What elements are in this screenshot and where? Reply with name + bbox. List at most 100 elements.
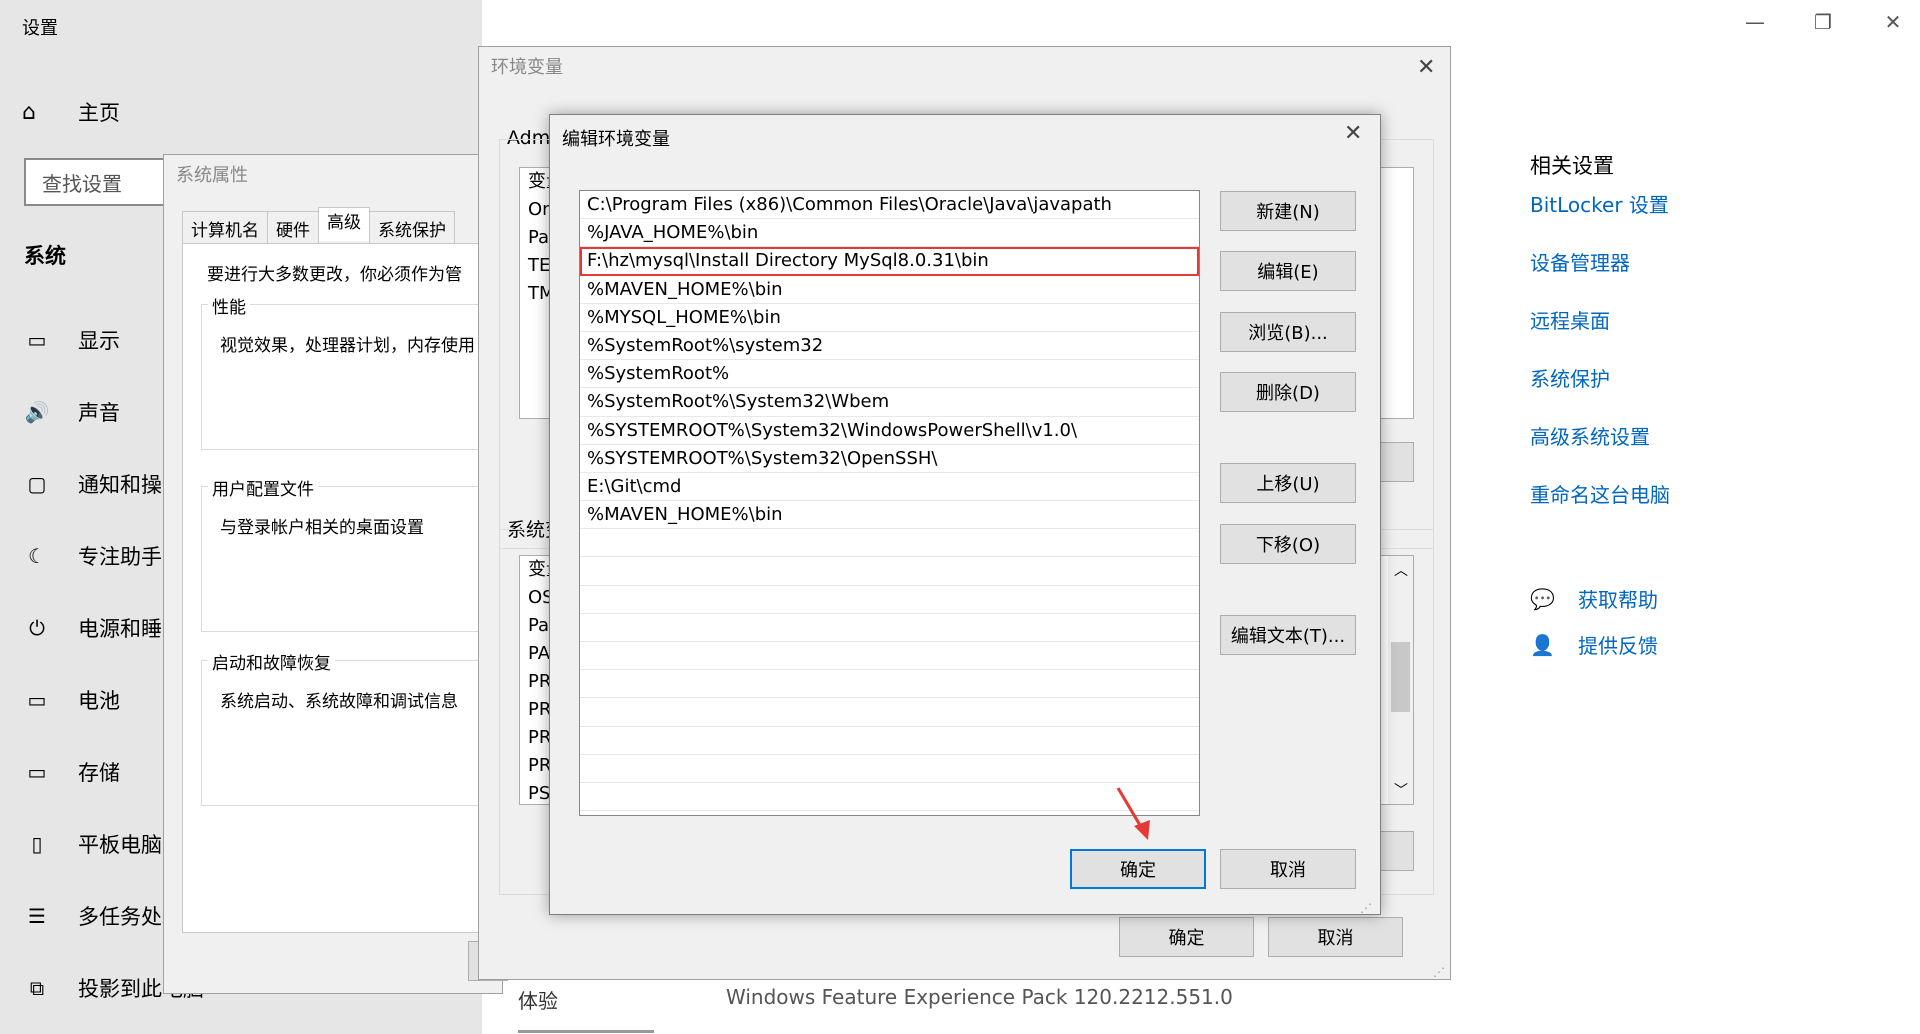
edit-close-icon[interactable]: ✕: [1344, 121, 1362, 146]
nav-item[interactable]: ▭ 存储: [22, 752, 120, 792]
sysprops-tab[interactable]: 系统保护: [369, 211, 455, 245]
get-help-link[interactable]: 💬 获取帮助: [1530, 584, 1658, 613]
system-vars-scrollbar[interactable]: ︿ ﹀: [1388, 556, 1413, 804]
path-row[interactable]: C:\Program Files (x86)\Common Files\Orac…: [580, 191, 1199, 220]
nav-item-label: 电池: [78, 689, 120, 713]
path-row[interactable]: [580, 529, 1199, 558]
scroll-thumb[interactable]: [1391, 642, 1410, 712]
delete-button[interactable]: 删除(D): [1220, 372, 1356, 412]
system-properties-dialog: 系统属性 计算机名 硬件 高级 系统保护 要进行大多数更改，你必须作为管 性能 视觉效果…: [163, 154, 521, 994]
path-row[interactable]: %SystemRoot%: [580, 360, 1199, 389]
get-help-label: 获取帮助: [1578, 588, 1658, 612]
edit-dialog-title: 编辑环境变量: [562, 129, 670, 150]
resize-grip-icon[interactable]: ⋰: [1433, 965, 1445, 979]
nav-item[interactable]: ☾ 专注助手: [22, 536, 162, 576]
sysprops-tab[interactable]: 高级: [318, 207, 370, 241]
related-link[interactable]: 系统保护: [1530, 364, 1670, 422]
path-row[interactable]: [580, 586, 1199, 614]
multitask-icon: ☰: [28, 904, 46, 928]
path-row[interactable]: %MAVEN_HOME%\bin: [580, 501, 1199, 530]
related-settings: 相关设置 BitLocker 设置 设备管理器 远程桌面 系统保护 高级系统设置 重命名这…: [1530, 150, 1670, 538]
scroll-up-icon[interactable]: ︿: [1394, 560, 1408, 580]
tablet-icon: ▯: [31, 832, 43, 856]
envvars-cancel-button[interactable]: 取消: [1268, 917, 1403, 957]
sysprops-tab[interactable]: 计算机名: [182, 211, 268, 245]
sysprops-title: 系统属性: [176, 165, 248, 186]
path-row[interactable]: %MYSQL_HOME%\bin: [580, 304, 1199, 332]
nav-item[interactable]: 🔊 声音: [22, 392, 120, 432]
power-icon: ⏻: [29, 616, 45, 640]
group-text: 系统启动、系统故障和调试信息: [220, 692, 458, 712]
nav-item-label: 声音: [78, 401, 120, 425]
edit-button[interactable]: 编辑(E): [1220, 251, 1356, 291]
nav-item[interactable]: ▯ 平板电脑: [22, 824, 162, 864]
home-icon: ⌂: [22, 99, 36, 125]
nav-item-label: 存储: [78, 761, 120, 785]
path-row[interactable]: [580, 614, 1199, 642]
group-label: 用户配置文件: [208, 475, 318, 500]
nav-item[interactable]: ▭ 显示: [22, 320, 120, 360]
path-row[interactable]: %SYSTEMROOT%\System32\OpenSSH\: [580, 445, 1199, 473]
nav-item[interactable]: ⏻ 电源和睡眠: [22, 608, 183, 648]
nav-item-label: 专注助手: [78, 545, 162, 569]
edit-env-var-dialog: 编辑环境变量 ✕ C:\Program Files (x86)\Common F…: [549, 114, 1381, 915]
move-down-button[interactable]: 下移(O): [1220, 524, 1356, 564]
envvars-ok-button[interactable]: 确定: [1119, 917, 1254, 957]
scroll-down-icon[interactable]: ﹀: [1394, 780, 1408, 800]
nav-item[interactable]: ☰ 多任务处理: [22, 896, 183, 936]
path-row[interactable]: %SystemRoot%\System32\Wbem: [580, 388, 1199, 417]
section-title: 系统: [24, 244, 66, 268]
nav-item[interactable]: ▢ 通知和操作: [22, 464, 183, 504]
related-link[interactable]: 远程桌面: [1530, 306, 1670, 364]
chat-help-icon: 💬: [1530, 586, 1555, 611]
pointer-arrow-icon: [1116, 787, 1150, 840]
edit-cancel-button[interactable]: 取消: [1220, 849, 1356, 889]
experience-label: 体验: [518, 989, 558, 1013]
feedback-label: 提供反馈: [1578, 634, 1658, 658]
feedback-link[interactable]: 👤 提供反馈: [1530, 630, 1658, 659]
browse-button[interactable]: 浏览(B)...: [1220, 312, 1356, 352]
path-row[interactable]: [580, 642, 1199, 671]
path-row[interactable]: [580, 557, 1199, 586]
new-button[interactable]: 新建(N): [1220, 191, 1356, 231]
advanced-tab-panel: 要进行大多数更改，你必须作为管 性能 视觉效果，处理器计划，内存使用 用户配置文件与…: [182, 243, 521, 933]
path-row[interactable]: %JAVA_HOME%\bin: [580, 219, 1199, 248]
related-link[interactable]: 高级系统设置: [1530, 422, 1670, 480]
scroll-indicator: [518, 1030, 654, 1033]
monitor-icon: ▭: [27, 328, 47, 352]
nav-item-label: 平板电脑: [78, 833, 162, 857]
search-input[interactable]: 查找设置: [24, 158, 184, 206]
nav-item-label: 显示: [78, 329, 120, 353]
path-row[interactable]: [580, 727, 1199, 755]
group-label: 启动和故障恢复: [208, 649, 335, 674]
edit-resize-grip-icon[interactable]: ⋰: [1360, 901, 1372, 915]
envvars-close-icon[interactable]: ✕: [1417, 55, 1435, 80]
path-row[interactable]: %SYSTEMROOT%\System32\WindowsPowerShell\…: [580, 417, 1199, 445]
notification-icon: ▢: [27, 472, 47, 496]
minimize-icon[interactable]: —: [1740, 10, 1770, 34]
edit-text-button[interactable]: 编辑文本(T)...: [1220, 615, 1356, 655]
close-icon[interactable]: ✕: [1878, 10, 1908, 34]
related-link[interactable]: BitLocker 设置: [1530, 190, 1670, 248]
path-row[interactable]: [580, 670, 1199, 699]
settings-group: 启动和故障恢复系统启动、系统故障和调试信息: [201, 649, 521, 806]
related-link[interactable]: 设备管理器: [1530, 248, 1670, 306]
path-row[interactable]: %MAVEN_HOME%\bin: [580, 276, 1199, 304]
path-row[interactable]: E:\Git\cmd: [580, 473, 1199, 502]
path-row[interactable]: F:\hz\mysql\Install Directory MySql8.0.3…: [580, 247, 1199, 276]
restore-icon[interactable]: ❐: [1808, 10, 1838, 34]
nav-item[interactable]: ▭ 电池: [22, 680, 120, 720]
project-icon: ⧉: [29, 976, 45, 1000]
path-row[interactable]: [580, 698, 1199, 727]
related-link[interactable]: 重命名这台电脑: [1530, 480, 1670, 538]
sysprops-tabs: 计算机名 硬件 高级 系统保护: [182, 207, 455, 245]
move-up-button[interactable]: 上移(U): [1220, 463, 1356, 503]
path-row[interactable]: %SystemRoot%\system32: [580, 332, 1199, 361]
edit-ok-button[interactable]: 确定: [1070, 849, 1206, 889]
envvars-title: 环境变量: [491, 57, 563, 78]
path-list[interactable]: C:\Program Files (x86)\Common Files\Orac…: [579, 190, 1200, 816]
sysprops-tab[interactable]: 硬件: [267, 211, 319, 245]
settings-group: 用户配置文件 与登录帐户相关的桌面设置: [201, 475, 521, 632]
group-text: 视觉效果，处理器计划，内存使用: [220, 336, 475, 356]
nav-home[interactable]: ⌂ 主页: [22, 94, 120, 130]
